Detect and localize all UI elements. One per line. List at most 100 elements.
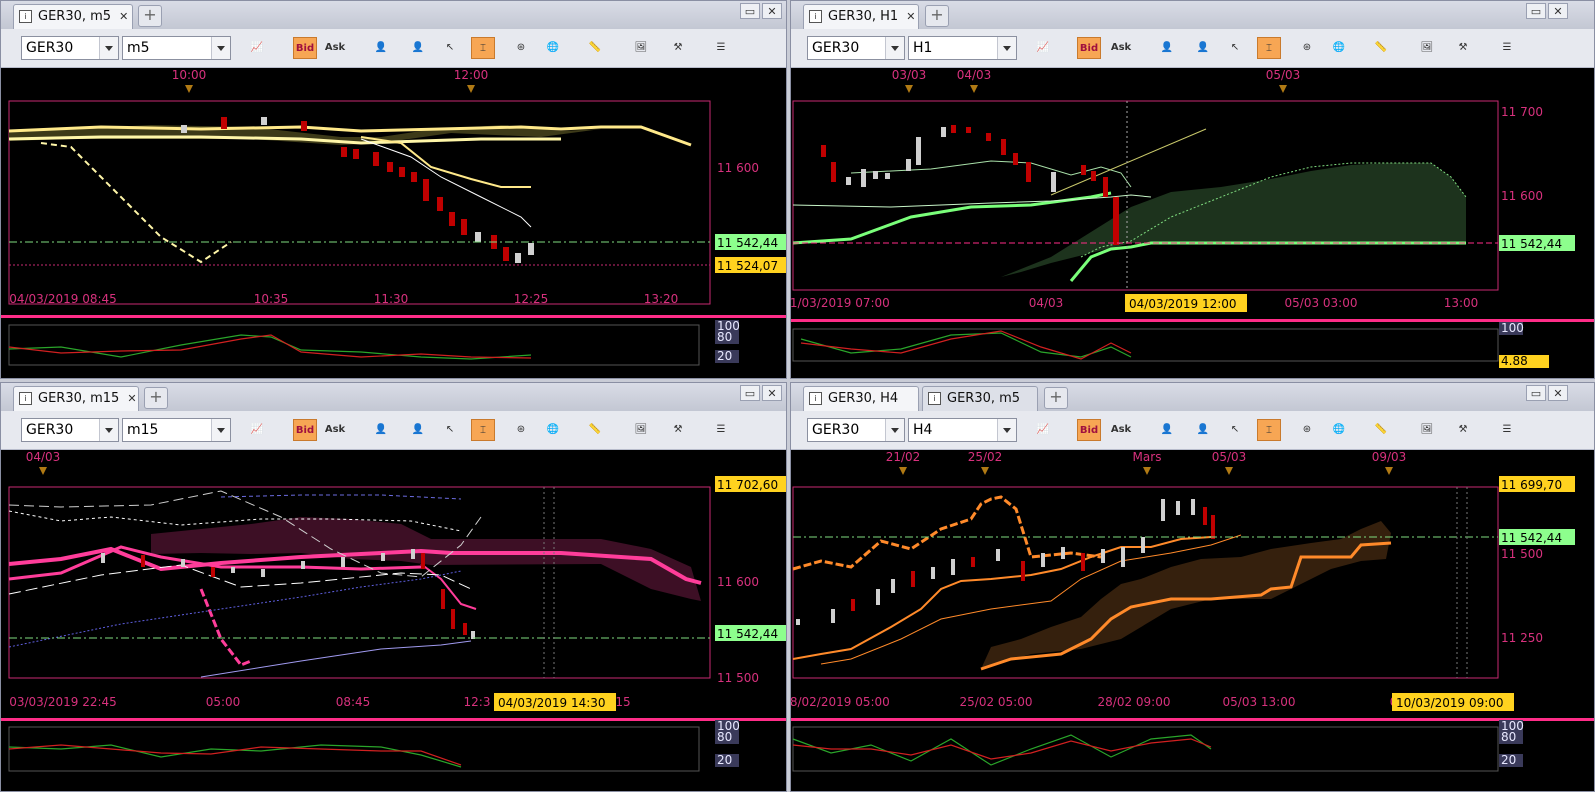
date-marker-label: 21/02 [886,450,921,464]
ruler-icon[interactable]: 📏 [583,37,607,59]
bid-button[interactable]: Bid [293,419,317,441]
oscillator-frame [792,328,1499,362]
chart-type-icon[interactable]: 📈 [245,37,269,59]
autoscroll-icon[interactable]: ⌶ [1257,37,1281,59]
osc-level-label: 80 [717,330,732,344]
add-tab-button[interactable]: + [1044,387,1068,409]
chevron-down-icon [99,419,118,441]
crosshair-icon[interactable]: ⊛ [1295,37,1319,59]
autoscroll-icon[interactable]: ⌶ [471,419,495,441]
cursor-icon[interactable]: ↖ [438,419,462,441]
maximize-button[interactable]: ▭ [740,3,760,19]
close-window-button[interactable]: ✕ [1548,3,1568,19]
tools-icon[interactable]: ⚒ [666,37,690,59]
tab-ger30-m5[interactable]: i GER30, m5 [922,386,1038,411]
symbol-select[interactable]: GER30 [21,418,119,442]
close-icon[interactable]: ✕ [906,5,915,28]
crosshair-icon[interactable]: ⊛ [1295,419,1319,441]
tab-ger30-h4[interactable]: i GER30, H4 [803,386,919,411]
stochastic-d-line [8,334,532,359]
symbol-select[interactable]: GER30 [807,36,905,60]
add-tab-button[interactable]: + [144,387,168,409]
window-icon: i [809,10,822,23]
crosshair-icon[interactable]: ⊛ [509,419,533,441]
timeframe-select[interactable]: H4 [908,418,1017,442]
tab-ger30-m5[interactable]: i GER30, m5 ✕ [13,4,133,29]
user-icon[interactable]: 👤 [406,37,430,59]
symbol-select[interactable]: GER30 [807,418,905,442]
price-label: 11 600 [717,161,759,175]
image-icon[interactable]: 🖼 [629,37,653,59]
maximize-button[interactable]: ▭ [1526,3,1546,19]
close-window-button[interactable]: ✕ [1548,385,1568,401]
price-axis: 11 699,70 11 542,44 11 500 11 250 [1499,476,1575,645]
ask-button[interactable]: Ask [323,37,347,59]
cursor-icon[interactable]: ↖ [1223,419,1247,441]
user-icon[interactable]: 👤 [369,37,393,59]
chart-area[interactable]: 10:00 12:00 11 600 11 542,44 11 524,07 04/0… [1,67,786,378]
tools-icon[interactable]: ⚒ [1451,419,1475,441]
image-icon[interactable]: 🖼 [1415,37,1439,59]
senkou-span [8,546,702,585]
globe-icon[interactable]: 🌐 [541,419,565,441]
price-label: 11 542,44 [717,627,778,641]
globe-icon[interactable]: 🌐 [541,37,565,59]
ask-button[interactable]: Ask [1109,37,1133,59]
timeframe-select[interactable]: m15 [122,418,231,442]
user-icon[interactable]: 👤 [1191,37,1215,59]
globe-icon[interactable]: 🌐 [1327,37,1351,59]
tab-ger30-m15[interactable]: i GER30, m15 ✕ [13,386,139,411]
chart-type-icon[interactable]: 📈 [1031,37,1055,59]
menu-icon[interactable]: ☰ [1495,37,1519,59]
autoscroll-icon[interactable]: ⌶ [1257,419,1281,441]
ruler-icon[interactable]: 📏 [1369,419,1393,441]
user-icon[interactable]: 👤 [369,419,393,441]
chart-type-icon[interactable]: 📈 [245,419,269,441]
ruler-icon[interactable]: 📏 [583,419,607,441]
bid-button[interactable]: Bid [293,37,317,59]
tools-icon[interactable]: ⚒ [666,419,690,441]
chart-area[interactable]: 03/03 04/03 05/03 11 700 11 600 11 542,44 01… [791,67,1594,378]
globe-icon[interactable]: 🌐 [1327,419,1351,441]
bid-button[interactable]: Bid [1077,37,1101,59]
add-tab-button[interactable]: + [138,5,162,27]
user-icon[interactable]: 👤 [1155,37,1179,59]
chart-type-icon[interactable]: 📈 [1031,419,1055,441]
cursor-icon[interactable]: ↖ [1223,37,1247,59]
chart-toolbar: GER30 m15 📈 Bid Ask 👤 👤 ↖ ⌶ ⊛ 🌐 📏 🖼 ⚒ ☰ [1,411,786,450]
cursor-icon[interactable]: ↖ [438,37,462,59]
menu-icon[interactable]: ☰ [1495,419,1519,441]
chart-area[interactable]: 04/03 11 702,60 11 600 11 542,44 11 500 03/… [1,449,786,791]
user-icon[interactable]: 👤 [406,419,430,441]
image-icon[interactable]: 🖼 [629,419,653,441]
tools-icon[interactable]: ⚒ [1451,37,1475,59]
add-tab-button[interactable]: + [925,5,949,27]
ask-button[interactable]: Ask [323,419,347,441]
user-icon[interactable]: 👤 [1155,419,1179,441]
symbol-select[interactable]: GER30 [21,36,119,60]
close-icon[interactable]: ✕ [119,5,128,28]
ruler-icon[interactable]: 📏 [1369,37,1393,59]
ask-button[interactable]: Ask [1109,419,1133,441]
timeframe-select[interactable]: m5 [122,36,231,60]
chevron-down-icon [211,419,230,441]
close-window-button[interactable]: ✕ [762,385,782,401]
maximize-button[interactable]: ▭ [740,385,760,401]
crosshair-icon[interactable]: ⊛ [509,37,533,59]
close-window-button[interactable]: ✕ [762,3,782,19]
maximize-button[interactable]: ▭ [1526,385,1546,401]
user-icon[interactable]: 👤 [1191,419,1215,441]
autoscroll-icon[interactable]: ⌶ [471,37,495,59]
menu-icon[interactable]: ☰ [709,37,733,59]
menu-icon[interactable]: ☰ [709,419,733,441]
bid-button[interactable]: Bid [1077,419,1101,441]
senkou-b [1069,241,1466,282]
tab-ger30-h1[interactable]: i GER30, H1 ✕ [803,4,919,29]
date-marker-label: 04/03 [26,450,61,464]
chart-area[interactable]: 21/02 25/02 Mars 05/03 09/03 11 699,70 11 542… [791,449,1594,791]
timeframe-select[interactable]: H1 [908,36,1017,60]
stochastic-k-line [792,734,1212,766]
close-icon[interactable]: ✕ [127,387,136,410]
top-date-markers: 03/03 04/03 05/03 [892,68,1300,93]
image-icon[interactable]: 🖼 [1415,419,1439,441]
